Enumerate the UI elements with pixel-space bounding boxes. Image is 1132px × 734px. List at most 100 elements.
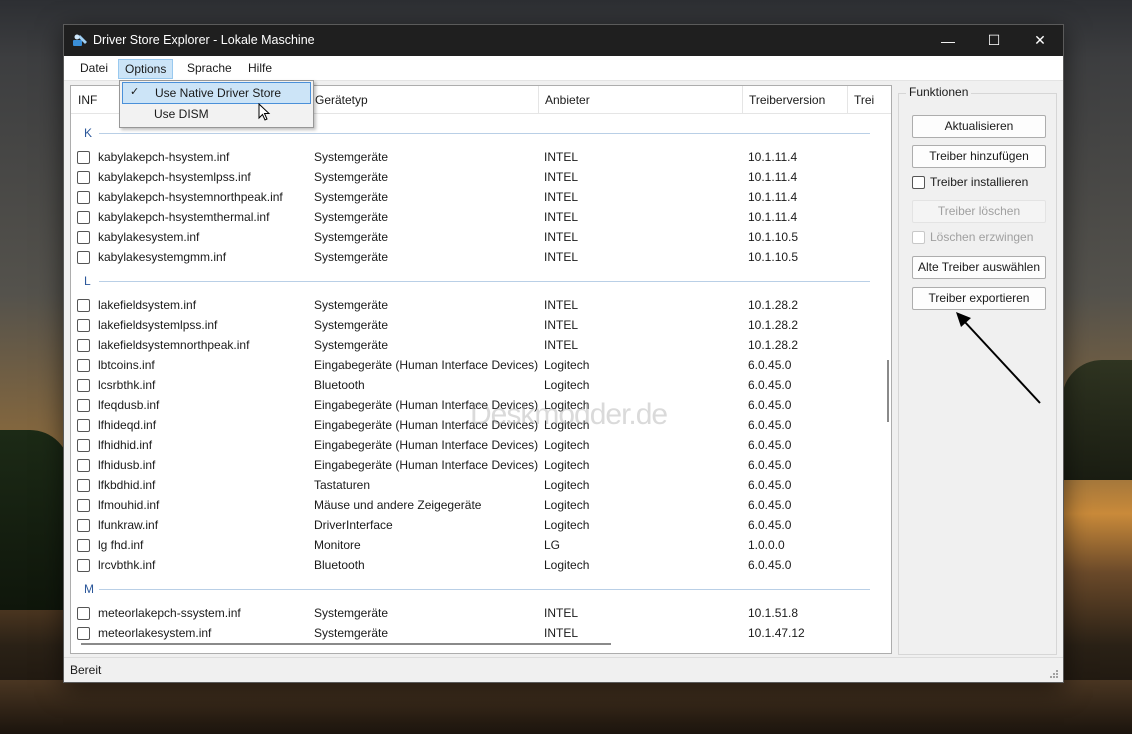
group-header-l[interactable]: L [71, 271, 876, 291]
cell-treiberversion: 10.1.47.12 [748, 626, 805, 640]
table-row[interactable]: lakefieldsystem.inf Systemgeräte INTEL 10.1… [71, 295, 876, 315]
table-row[interactable]: lfhideqd.inf Eingabegeräte (Human Interfa… [71, 415, 876, 435]
table-row[interactable]: lg fhd.inf Monitore LG 1.0.0.0 [71, 535, 876, 555]
row-checkbox[interactable] [77, 539, 90, 552]
checkbox-icon [912, 231, 925, 244]
menu-options[interactable]: Options [118, 59, 174, 79]
table-row[interactable]: lfeqdusb.inf Eingabegeräte (Human Interfa… [71, 395, 876, 415]
table-row[interactable]: lfunkraw.inf DriverInterface Logitech 6.0.4… [71, 515, 876, 535]
menu-item-use-dism[interactable]: Use DISM [122, 104, 309, 124]
cell-treiberversion: 6.0.45.0 [748, 438, 792, 452]
refresh-button[interactable]: Aktualisieren [912, 115, 1046, 138]
table-row[interactable]: kabylakepch-hsystemnorthpeak.inf Systemge… [71, 187, 876, 207]
row-checkbox[interactable] [77, 559, 90, 572]
row-checkbox[interactable] [77, 379, 90, 392]
row-checkbox[interactable] [77, 499, 90, 512]
menu-item-label: Use Native Driver Store [155, 86, 282, 100]
minimize-icon: — [941, 32, 955, 49]
table-row[interactable]: kabylakepch-hsystem.inf Systemgeräte INTEL… [71, 147, 876, 167]
table-row[interactable]: kabylakepch-hsystemthermal.inf Systemgerä… [71, 207, 876, 227]
menu-hilfe[interactable]: Hilfe [242, 58, 278, 78]
row-checkbox[interactable] [77, 211, 90, 224]
row-checkbox[interactable] [77, 299, 90, 312]
cell-treiberversion: 10.1.51.8 [748, 606, 799, 620]
menu-item-use-native-driver-store[interactable]: ✓ Use Native Driver Store [122, 82, 311, 104]
table-row[interactable]: lfkbdhid.inf Tastaturen Logitech 6.0.45.0 [71, 475, 876, 495]
row-checkbox[interactable] [77, 399, 90, 412]
menu-sprache[interactable]: Sprache [181, 58, 238, 78]
add-driver-button[interactable]: Treiber hinzufügen [912, 145, 1046, 168]
row-checkbox[interactable] [77, 627, 90, 640]
column-separator[interactable] [847, 86, 848, 113]
table-row[interactable]: lakefieldsystemnorthpeak.inf Systemgeräte… [71, 335, 876, 355]
cell-inf: lbtcoins.inf [98, 358, 155, 372]
cell-treiberversion: 10.1.10.5 [748, 230, 799, 244]
cell-anbieter: LG [544, 538, 561, 552]
table-row[interactable]: lakefieldsystemlpss.inf Systemgeräte INTEL… [71, 315, 876, 335]
driver-list[interactable]: INF Gerätetyp Anbieter Treiberversion Tr… [70, 85, 892, 654]
maximize-button[interactable]: ☐ [971, 25, 1017, 56]
row-checkbox[interactable] [77, 479, 90, 492]
cell-geraetetyp: Eingabegeräte (Human Interface Devices) [314, 398, 539, 412]
horizontal-scrollbar[interactable] [81, 643, 611, 645]
close-button[interactable]: ✕ [1017, 25, 1063, 56]
row-checkbox[interactable] [77, 231, 90, 244]
cell-anbieter: INTEL [544, 338, 579, 352]
resize-grip-icon[interactable] [1049, 669, 1059, 679]
row-checkbox[interactable] [77, 419, 90, 432]
minimize-button[interactable]: — [925, 25, 971, 56]
row-checkbox[interactable] [77, 339, 90, 352]
group-letter: M [84, 582, 94, 596]
row-checkbox[interactable] [77, 251, 90, 264]
cell-geraetetyp: Eingabegeräte (Human Interface Devices) [314, 458, 539, 472]
status-text: Bereit [70, 663, 102, 677]
row-checkbox[interactable] [77, 151, 90, 164]
mouse-pointer-icon [258, 103, 271, 121]
table-row[interactable]: kabylakesystemgmm.inf Systemgeräte INTEL 10… [71, 247, 876, 267]
row-checkbox[interactable] [77, 459, 90, 472]
menu-datei[interactable]: Datei [74, 58, 114, 78]
group-divider [99, 133, 870, 134]
cell-inf: lakefieldsystemnorthpeak.inf [98, 338, 250, 352]
cell-inf: lfmouhid.inf [98, 498, 160, 512]
window-title: Driver Store Explorer - Lokale Maschine [93, 33, 315, 47]
table-row[interactable]: meteorlakepch-ssystem.inf Systemgeräte INT… [71, 603, 876, 623]
row-checkbox[interactable] [77, 607, 90, 620]
cell-treiberversion: 10.1.10.5 [748, 250, 799, 264]
select-old-drivers-button[interactable]: Alte Treiber auswählen [912, 256, 1046, 279]
vertical-scrollbar[interactable] [887, 360, 889, 422]
table-row[interactable]: meteorlakesystem.inf Systemgeräte INTEL 10.… [71, 623, 876, 643]
row-checkbox[interactable] [77, 319, 90, 332]
table-row[interactable]: kabylakesystem.inf Systemgeräte INTEL 10.1.… [71, 227, 876, 247]
cell-geraetetyp: Eingabegeräte (Human Interface Devices) [314, 438, 539, 452]
cell-inf: lrcvbthk.inf [98, 558, 156, 572]
table-row[interactable]: kabylakepch-hsystemlpss.inf Systemgeräte I… [71, 167, 876, 187]
cell-inf: lfhideqd.inf [98, 418, 157, 432]
table-row[interactable]: lfmouhid.inf Mäuse und andere Zeigegeräte… [71, 495, 876, 515]
cell-geraetetyp: Systemgeräte [314, 150, 389, 164]
row-checkbox[interactable] [77, 519, 90, 532]
title-bar[interactable]: Driver Store Explorer - Lokale Maschine … [64, 25, 1063, 56]
row-checkbox[interactable] [77, 171, 90, 184]
install-driver-label: Treiber installieren [930, 175, 1029, 189]
delete-driver-button[interactable]: Treiber löschen [912, 200, 1046, 223]
export-drivers-button[interactable]: Treiber exportieren [912, 287, 1046, 310]
cell-inf: kabylakesystemgmm.inf [98, 250, 227, 264]
table-row[interactable]: lbtcoins.inf Eingabegeräte (Human Interfa… [71, 355, 876, 375]
column-separator[interactable] [742, 86, 743, 113]
table-row[interactable]: lfhidhid.inf Eingabegeräte (Human Interfa… [71, 435, 876, 455]
table-row[interactable]: lcsrbthk.inf Bluetooth Logitech 6.0.45.0 [71, 375, 876, 395]
row-checkbox[interactable] [77, 359, 90, 372]
row-checkbox[interactable] [77, 191, 90, 204]
row-checkbox[interactable] [77, 439, 90, 452]
table-row[interactable]: lrcvbthk.inf Bluetooth Logitech 6.0.45.0 [71, 555, 876, 575]
cell-inf: kabylakepch-hsystemlpss.inf [98, 170, 251, 184]
cell-treiberversion: 6.0.45.0 [748, 458, 792, 472]
table-row[interactable]: lfhidusb.inf Eingabegeräte (Human Interfa… [71, 455, 876, 475]
cell-anbieter: INTEL [544, 150, 579, 164]
column-separator[interactable] [538, 86, 539, 113]
cell-inf: meteorlakesystem.inf [98, 626, 212, 640]
app-window: Driver Store Explorer - Lokale Maschine … [63, 24, 1064, 683]
group-header-m[interactable]: M [71, 579, 876, 599]
cell-treiberversion: 10.1.28.2 [748, 338, 799, 352]
